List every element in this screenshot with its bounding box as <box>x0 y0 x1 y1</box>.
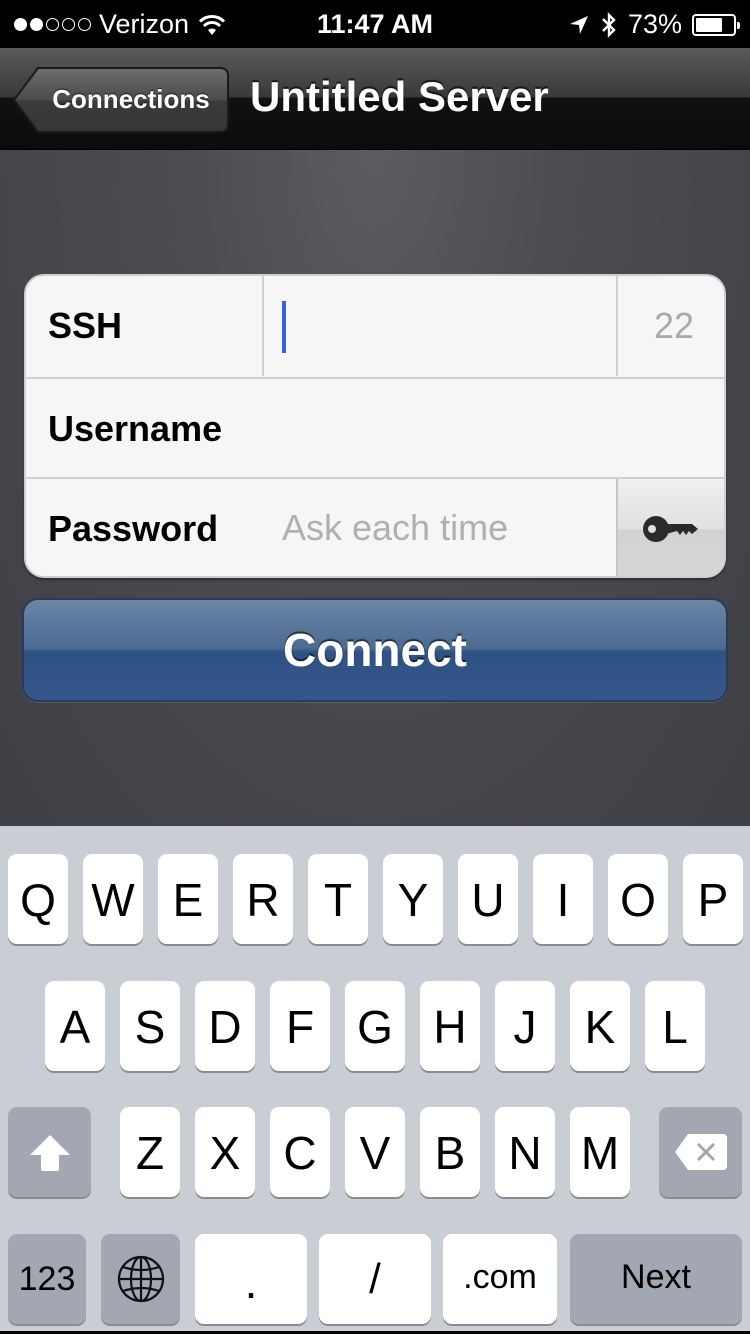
key-u[interactable]: U <box>458 854 518 944</box>
key-label: W <box>91 874 135 926</box>
key-x[interactable]: X <box>195 1107 255 1197</box>
password-input[interactable]: Ask each time <box>282 479 508 576</box>
back-button-connections[interactable]: Connections <box>12 66 230 134</box>
bluetooth-icon <box>602 11 616 38</box>
next-key-label: Next <box>621 1258 691 1296</box>
username-label: Username <box>48 408 223 449</box>
battery-icon <box>692 13 740 36</box>
text-caret <box>282 301 286 353</box>
key-r[interactable]: R <box>233 854 293 944</box>
key-label: A <box>59 1001 91 1053</box>
key-label: D <box>208 1001 242 1053</box>
key-label: I <box>556 874 570 926</box>
key-label: E <box>172 874 204 926</box>
key-label: Z <box>135 1127 165 1179</box>
key-t[interactable]: T <box>308 854 368 944</box>
battery-percent: 73% <box>627 9 682 39</box>
key-label: X <box>209 1127 241 1179</box>
username-input[interactable] <box>262 379 724 477</box>
key-q[interactable]: Q <box>8 854 68 944</box>
key-k[interactable]: K <box>570 981 630 1071</box>
key-label: Y <box>397 874 429 926</box>
key-label: P <box>697 874 729 926</box>
key-label: V <box>359 1127 391 1179</box>
key-icon <box>643 516 698 542</box>
key-z[interactable]: Z <box>120 1107 180 1197</box>
key-y[interactable]: Y <box>383 854 443 944</box>
key-f[interactable]: F <box>270 981 330 1071</box>
key-label: N <box>508 1127 542 1179</box>
globe-key[interactable] <box>101 1234 180 1324</box>
key-c[interactable]: C <box>270 1107 330 1197</box>
key-s[interactable]: S <box>120 981 180 1071</box>
key-a[interactable]: A <box>45 981 105 1071</box>
protocol-selector[interactable]: SSH <box>48 276 122 376</box>
key-d[interactable]: D <box>195 981 255 1071</box>
key-label: O <box>620 874 656 926</box>
key-label: U <box>471 874 505 926</box>
location-arrow-icon <box>569 15 588 34</box>
key-v[interactable]: V <box>345 1107 405 1197</box>
key-label: T <box>323 874 353 926</box>
username-row: Username <box>26 377 724 477</box>
navigation-bar: Connections Untitled Server <box>0 48 750 150</box>
key-l[interactable]: L <box>645 981 705 1071</box>
key-label: R <box>246 874 280 926</box>
back-button-label: Connections <box>52 84 210 114</box>
connect-button[interactable]: Connect <box>22 598 728 702</box>
key-label: F <box>285 1001 315 1053</box>
backspace-icon <box>674 1134 727 1170</box>
host-row: SSH 22 <box>26 276 724 376</box>
key-label: C <box>283 1127 317 1179</box>
key-label: H <box>433 1001 467 1053</box>
key-label: J <box>513 1001 537 1053</box>
key-g[interactable]: G <box>345 981 405 1071</box>
shift-key[interactable] <box>8 1107 91 1197</box>
delete-key[interactable] <box>659 1107 742 1197</box>
period-key-label: . <box>244 1256 258 1308</box>
key-label: B <box>434 1127 466 1179</box>
shift-icon <box>29 1135 70 1171</box>
key-o[interactable]: O <box>608 854 668 944</box>
numbers-key[interactable]: 123 <box>8 1234 86 1324</box>
key-h[interactable]: H <box>420 981 480 1071</box>
server-form: SSH 22 Username Password Ask each time <box>24 274 726 578</box>
next-key[interactable]: Next <box>570 1234 742 1324</box>
dotcom-key-label: .com <box>463 1258 537 1296</box>
page-title: Untitled Server <box>250 73 549 120</box>
keyboard: 123 . / .com Next QWERTYUIOP ASDFGHJKL ZXC… <box>0 826 750 1334</box>
key-button[interactable] <box>616 479 724 576</box>
key-j[interactable]: J <box>495 981 555 1071</box>
key-i[interactable]: I <box>533 854 593 944</box>
numbers-key-label: 123 <box>18 1260 76 1298</box>
key-e[interactable]: E <box>158 854 218 944</box>
key-m[interactable]: M <box>570 1107 630 1197</box>
key-label: K <box>584 1001 616 1053</box>
key-b[interactable]: B <box>420 1107 480 1197</box>
slash-key-label: / <box>369 1255 381 1302</box>
period-key[interactable]: . <box>195 1234 307 1324</box>
dotcom-key[interactable]: .com <box>443 1234 557 1324</box>
password-label: Password <box>48 508 219 549</box>
password-row: Password Ask each time <box>26 477 724 576</box>
slash-key[interactable]: / <box>319 1234 431 1324</box>
key-w[interactable]: W <box>83 854 143 944</box>
key-p[interactable]: P <box>683 854 743 944</box>
key-label: G <box>357 1001 393 1053</box>
key-label: M <box>580 1127 620 1179</box>
battery-level-fill <box>696 17 723 32</box>
key-label: L <box>662 1001 688 1053</box>
key-label: Q <box>20 874 56 926</box>
status-bar: Verizon 11:47 AM 73% <box>0 0 750 48</box>
connect-button-label: Connect <box>283 624 467 676</box>
globe-icon <box>117 1255 164 1303</box>
host-input[interactable] <box>262 276 618 376</box>
content-area: SSH 22 Username Password Ask each time C… <box>0 150 750 826</box>
port-input[interactable]: 22 <box>654 276 694 376</box>
key-n[interactable]: N <box>495 1107 555 1197</box>
key-label: S <box>134 1001 166 1053</box>
